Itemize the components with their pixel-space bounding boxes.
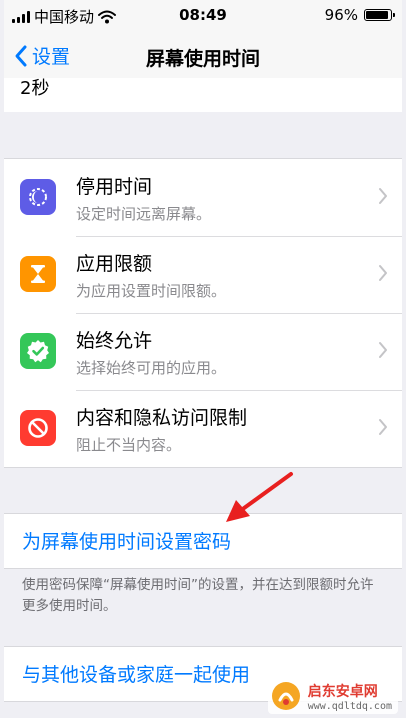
list-item-title: 内容和隐私访问限制	[76, 407, 248, 429]
no-entry-icon	[20, 410, 56, 446]
partial-row[interactable]: 2秒	[4, 78, 402, 112]
set-passcode-button[interactable]: 为屏幕使用时间设置密码	[4, 513, 402, 569]
set-passcode-label: 为屏幕使用时间设置密码	[22, 531, 232, 553]
list-item-subtitle: 设定时间远离屏幕。	[76, 205, 212, 223]
list-item-always-allowed[interactable]: 始终允许 选择始终可用的应用。	[4, 313, 402, 390]
watermark: 启东安卓网 www.qdltdq.com	[267, 678, 398, 714]
partial-row-text: 2秒	[20, 78, 50, 99]
watermark-url: www.qdltdq.com	[307, 700, 392, 712]
list-item-app-limits[interactable]: 应用限额 为应用设置时间限额。	[4, 236, 402, 313]
battery-percent: 96%	[324, 6, 358, 24]
chevron-right-icon	[379, 188, 387, 204]
status-bar: 中国移动 08:49 96%	[4, 0, 402, 32]
list-item-downtime[interactable]: 停用时间 设定时间远离屏幕。	[4, 159, 402, 236]
watermark-name: 启东安卓网	[307, 683, 378, 700]
page-title: 屏幕使用时间	[145, 48, 260, 70]
battery-icon	[364, 9, 395, 21]
list-item-title: 应用限额	[76, 253, 153, 275]
status-right: 96%	[324, 6, 395, 24]
screen-time-options-list: 停用时间 设定时间远离屏幕。 应用限额 为应用设置时间限额。 始终允许 选择始终…	[4, 158, 402, 468]
list-item-content-privacy[interactable]: 内容和隐私访问限制 阻止不当内容。	[4, 390, 402, 467]
hourglass-icon	[20, 256, 56, 292]
downtime-icon	[20, 179, 56, 215]
passcode-footnote: 使用密码保障“屏幕使用时间”的设置，并在达到限额时允许更多使用时间。	[22, 577, 374, 614]
chevron-right-icon	[379, 342, 387, 358]
list-item-title: 始终允许	[76, 330, 153, 352]
chevron-right-icon	[379, 265, 387, 281]
screen-frame: 中国移动 08:49 96% 设置 屏幕使用时间 2秒 停用时间 设定时间远离屏…	[4, 0, 402, 718]
checkmark-badge-icon	[20, 333, 56, 369]
list-item-subtitle: 阻止不当内容。	[76, 436, 182, 454]
navigation-bar: 设置 屏幕使用时间	[4, 32, 402, 78]
list-item-title: 停用时间	[76, 176, 153, 198]
chevron-right-icon	[379, 419, 387, 435]
share-across-devices-label: 与其他设备或家庭一起使用	[22, 664, 251, 686]
list-item-subtitle: 为应用设置时间限额。	[76, 282, 227, 300]
watermark-logo-icon	[271, 682, 300, 710]
list-item-subtitle: 选择始终可用的应用。	[76, 359, 227, 377]
